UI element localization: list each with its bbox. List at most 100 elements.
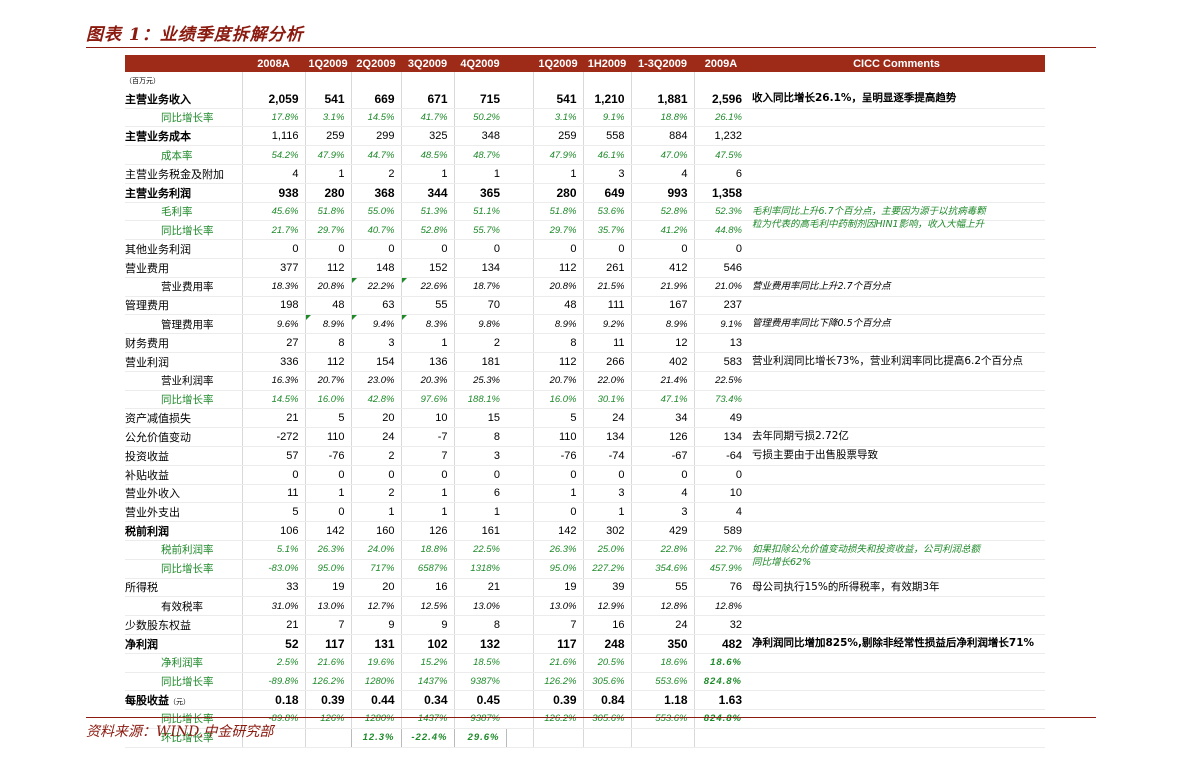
gap-cell — [506, 484, 533, 504]
value-cell: 0 — [693, 465, 748, 485]
value-cell: 2 — [350, 164, 401, 184]
value-cell: 1 — [532, 484, 583, 504]
table-row: 营业利润率 16.3% 20.7% 23.0% 20.3% 25.3% 20.7% 22.0%… — [125, 371, 1045, 391]
value-cell: 20.3% — [400, 371, 454, 391]
gap-cell — [506, 521, 533, 541]
value-cell: 993 — [630, 183, 694, 203]
gap-cell — [506, 615, 533, 635]
value-cell: 126 — [400, 521, 454, 541]
comment-text: 母公司执行15%的所得税率，有效期3年 — [752, 580, 940, 593]
comment-text: 营业利润同比增长73%，营业利润率同比提高6.2个百分点 — [752, 354, 1024, 367]
value-cell: 51.8% — [532, 202, 583, 222]
gap-cell — [506, 183, 533, 203]
row-label: 资产减值损失 — [125, 408, 242, 429]
table-row: 主营业务成本 1,116 259 299 325 348 259 558 884 1,232 — [125, 126, 1045, 147]
row-label: 净利润率 — [125, 653, 242, 673]
row-label-text: 营业外支出 — [125, 506, 180, 520]
row-label: 有效税率 — [125, 596, 242, 617]
value-cell: 47.1% — [630, 390, 694, 410]
value-cell: 429 — [630, 521, 694, 541]
value-cell: 134 — [582, 427, 631, 447]
value-cell — [532, 728, 583, 748]
unit-row: （百万元） — [125, 72, 1045, 90]
gap-cell — [506, 108, 533, 128]
header-1h2009: 1H2009 — [583, 55, 631, 72]
value-cell: 142 — [532, 521, 583, 541]
row-label: 同比增长率 — [125, 559, 242, 579]
value-cell: 57 — [241, 446, 305, 466]
value-cell: 0.39 — [532, 690, 583, 711]
value-cell: 95.0% — [532, 559, 583, 579]
unit-label: （百万元） — [125, 76, 160, 85]
value-cell: 4 — [630, 164, 694, 184]
value-cell: 24 — [350, 427, 401, 447]
value-cell: 117 — [532, 634, 583, 654]
value-cell: 29.7% — [304, 220, 351, 241]
gap-cell — [506, 220, 533, 241]
comment-cell — [748, 615, 1045, 635]
table-row: 少数股东权益 21 7 9 9 8 7 16 24 32 — [125, 615, 1045, 635]
row-label: 主营业务税金及附加 — [125, 164, 242, 184]
table-row: 营业利润 336 112 154 136 181 112 266 402 583 营业利润同比增长7… — [125, 352, 1045, 372]
value-cell: 14.5% — [350, 108, 401, 128]
value-cell: 1 — [453, 502, 506, 523]
value-cell: 1,232 — [693, 126, 748, 147]
table-row: 毛利率 45.6% 51.8% 55.0% 51.3% 51.1% 51.8% 53.6% 52… — [125, 202, 1045, 230]
value-cell: 20.5% — [582, 653, 631, 673]
comment-cell: 收入同比增长26.1%，呈明显逐季提高趋势 — [748, 89, 1045, 109]
value-cell: 6587% — [400, 559, 454, 579]
value-cell: 325 — [400, 126, 454, 147]
comment-text: 管理费用率同比下降0.5个百分点 — [752, 318, 891, 330]
top-rule — [86, 47, 1096, 48]
value-cell: 3 — [350, 333, 401, 353]
row-label-text: 所得税 — [125, 581, 158, 595]
value-cell: 44.7% — [350, 145, 401, 165]
value-cell: 48 — [532, 296, 583, 316]
row-label: 毛利率 — [125, 202, 242, 222]
empty-cell — [400, 72, 454, 90]
row-label-text: 投资收益 — [125, 449, 169, 463]
value-cell: 181 — [453, 352, 506, 372]
value-cell: 111 — [582, 296, 631, 316]
value-cell: 24 — [630, 615, 694, 635]
value-cell: 280 — [304, 183, 351, 203]
value-cell: 305.6% — [582, 709, 631, 729]
empty-cell — [506, 72, 533, 90]
value-cell: 160 — [350, 521, 401, 541]
comment-cell — [748, 596, 1045, 617]
value-cell: 669 — [350, 89, 401, 109]
comment-cell — [748, 333, 1045, 353]
comment-cell — [748, 728, 1045, 748]
value-cell: -76 — [532, 446, 583, 466]
value-cell: 112 — [304, 352, 351, 372]
row-label-text: 同比增长率 — [161, 675, 214, 688]
empty-cell — [304, 72, 351, 90]
row-label-text: 少数股东权益 — [125, 619, 191, 632]
value-cell: 938 — [241, 183, 305, 203]
comment-cell — [748, 126, 1045, 147]
value-cell: 0 — [693, 239, 748, 259]
row-label: 同比增长率 — [125, 672, 242, 692]
value-cell: 48.5% — [400, 145, 454, 165]
row-label-text: 每股收益 — [125, 694, 169, 708]
value-cell: 1,210 — [582, 89, 631, 109]
comment-cell — [748, 258, 1045, 278]
table-row: 营业外支出 5 0 1 1 1 0 1 3 4 — [125, 502, 1045, 523]
value-cell: -64 — [693, 446, 748, 466]
value-cell: -67 — [630, 446, 694, 466]
comment-cell: 毛利率同比上升6.7个百分点，主要因为源于以抗病毒颗 粒为代表的高毛利中药制剂因… — [748, 202, 1045, 230]
value-cell: 22.5% — [453, 540, 506, 560]
value-cell: 48.7% — [453, 145, 506, 165]
value-cell: 0 — [241, 239, 305, 259]
table-row: 有效税率 31.0% 13.0% 12.7% 12.5% 13.0% 13.0% 12.9% 1… — [125, 596, 1045, 617]
comment-cell — [748, 672, 1045, 692]
gap-cell — [506, 352, 533, 372]
value-cell: 365 — [453, 183, 506, 203]
value-cell — [693, 728, 748, 748]
header-1-3q2009: 1-3Q2009 — [631, 55, 694, 72]
bottom-rule — [86, 717, 1096, 718]
row-label-text: 税前利润率 — [161, 544, 214, 557]
comment-cell — [748, 220, 1045, 241]
header-row: 2008A 1Q2009 2Q2009 3Q2009 4Q2009 1Q2009 1H200… — [125, 55, 1045, 72]
value-cell: 1.63 — [693, 690, 748, 711]
